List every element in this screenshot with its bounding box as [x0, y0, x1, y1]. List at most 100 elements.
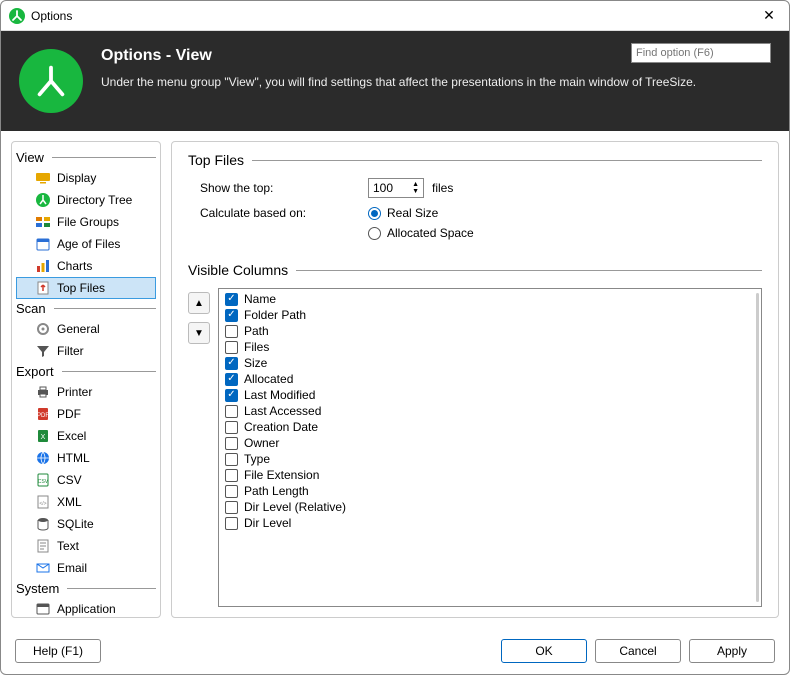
column-label: Last Modified: [244, 388, 315, 402]
checkbox-icon[interactable]: [225, 357, 238, 370]
sidebar-item-top-files[interactable]: Top Files: [16, 277, 156, 299]
section-title-text: Visible Columns: [188, 262, 288, 278]
column-last-modified[interactable]: Last Modified: [221, 387, 759, 403]
sidebar-item-general[interactable]: General: [16, 318, 156, 340]
checkbox-icon[interactable]: [225, 437, 238, 450]
column-dir-level-relative-[interactable]: Dir Level (Relative): [221, 499, 759, 515]
svg-text:</>: </>: [39, 501, 46, 507]
sidebar-item-filter[interactable]: Filter: [16, 340, 156, 362]
sidebar-item-html[interactable]: HTML: [16, 447, 156, 469]
sidebar-group-scan: Scan: [16, 299, 156, 318]
radio-allocated-space[interactable]: Allocated Space: [368, 226, 474, 240]
show-top-spinner[interactable]: ▲▼: [368, 178, 424, 198]
xml-icon: </>: [35, 494, 51, 510]
help-button[interactable]: Help (F1): [15, 639, 101, 663]
sidebar-item-age-of-files[interactable]: Age of Files: [16, 233, 156, 255]
sidebar-item-file-groups[interactable]: File Groups: [16, 211, 156, 233]
column-type[interactable]: Type: [221, 451, 759, 467]
sidebar-item-label: CSV: [57, 473, 82, 487]
footer: Help (F1) OK Cancel Apply: [1, 628, 789, 674]
sidebar-item-label: XML: [57, 495, 82, 509]
sqlite-icon: [35, 516, 51, 532]
column-path[interactable]: Path: [221, 323, 759, 339]
radio-real-size[interactable]: Real Size: [368, 206, 474, 220]
window-title: Options: [31, 9, 757, 23]
sidebar-item-application[interactable]: Application: [16, 598, 156, 618]
column-label: Name: [244, 292, 276, 306]
section-visible-columns: Visible Columns: [188, 262, 762, 278]
checkbox-icon[interactable]: [225, 517, 238, 530]
sidebar-item-directory-tree[interactable]: Directory Tree: [16, 189, 156, 211]
cancel-button[interactable]: Cancel: [595, 639, 681, 663]
checkbox-icon[interactable]: [225, 293, 238, 306]
sidebar-group-system: System: [16, 579, 156, 598]
sidebar-item-label: Excel: [57, 429, 86, 443]
column-file-extension[interactable]: File Extension: [221, 467, 759, 483]
column-creation-date[interactable]: Creation Date: [221, 419, 759, 435]
sidebar-item-label: Directory Tree: [57, 193, 132, 207]
app-icon: [9, 8, 25, 24]
sidebar-item-pdf[interactable]: PDF PDF: [16, 403, 156, 425]
sidebar-item-excel[interactable]: X Excel: [16, 425, 156, 447]
sidebar-item-sqlite[interactable]: SQLite: [16, 513, 156, 535]
pdf-icon: PDF: [35, 406, 51, 422]
move-down-button[interactable]: ▼: [188, 322, 210, 344]
sidebar-item-label: SQLite: [57, 517, 94, 531]
sidebar-item-csv[interactable]: CSVCSV: [16, 469, 156, 491]
column-size[interactable]: Size: [221, 355, 759, 371]
search-box[interactable]: [631, 43, 771, 63]
checkbox-icon[interactable]: [225, 405, 238, 418]
spinner-arrows[interactable]: ▲▼: [412, 181, 419, 195]
section-title-text: Top Files: [188, 152, 244, 168]
checkbox-icon[interactable]: [225, 389, 238, 402]
column-folder-path[interactable]: Folder Path: [221, 307, 759, 323]
column-files[interactable]: Files: [221, 339, 759, 355]
checkbox-icon[interactable]: [225, 485, 238, 498]
checkbox-icon[interactable]: [225, 453, 238, 466]
show-top-input[interactable]: [373, 181, 403, 195]
column-label: Files: [244, 340, 269, 354]
sidebar-item-xml[interactable]: </> XML: [16, 491, 156, 513]
column-label: Path: [244, 324, 269, 338]
column-label: File Extension: [244, 468, 319, 482]
app-icon: [35, 601, 51, 617]
checkbox-icon[interactable]: [225, 309, 238, 322]
sidebar-item-text[interactable]: Text: [16, 535, 156, 557]
sidebar-item-label: Text: [57, 539, 79, 553]
excel-icon: X: [35, 428, 51, 444]
column-label: Owner: [244, 436, 279, 450]
search-input[interactable]: [636, 47, 778, 59]
checkbox-icon[interactable]: [225, 469, 238, 482]
checkbox-icon[interactable]: [225, 501, 238, 514]
apply-button[interactable]: Apply: [689, 639, 775, 663]
sidebar-item-charts[interactable]: Charts: [16, 255, 156, 277]
column-last-accessed[interactable]: Last Accessed: [221, 403, 759, 419]
sidebar-item-email[interactable]: Email: [16, 557, 156, 579]
sidebar-item-printer[interactable]: Printer: [16, 381, 156, 403]
column-allocated[interactable]: Allocated: [221, 371, 759, 387]
column-dir-level[interactable]: Dir Level: [221, 515, 759, 531]
column-name[interactable]: Name: [221, 291, 759, 307]
columns-checklist[interactable]: NameFolder PathPathFilesSizeAllocatedLas…: [218, 288, 762, 607]
sidebar-group-export: Export: [16, 362, 156, 381]
column-path-length[interactable]: Path Length: [221, 483, 759, 499]
radio-label: Real Size: [387, 206, 438, 220]
scrollbar[interactable]: [756, 293, 759, 602]
sidebar-group-view: View: [16, 148, 156, 167]
ok-button[interactable]: OK: [501, 639, 587, 663]
sidebar-item-display[interactable]: Display: [16, 167, 156, 189]
column-owner[interactable]: Owner: [221, 435, 759, 451]
checkbox-icon[interactable]: [225, 421, 238, 434]
svg-text:X: X: [41, 434, 46, 441]
close-button[interactable]: ✕: [757, 7, 781, 24]
checkbox-icon[interactable]: [225, 325, 238, 338]
radio-icon[interactable]: [368, 227, 381, 240]
radio-icon[interactable]: [368, 207, 381, 220]
move-up-button[interactable]: ▲: [188, 292, 210, 314]
html-icon: [35, 450, 51, 466]
sidebar-item-label: HTML: [57, 451, 90, 465]
sidebar-item-label: PDF: [57, 407, 81, 421]
checkbox-icon[interactable]: [225, 341, 238, 354]
section-top-files: Top Files: [188, 152, 762, 168]
checkbox-icon[interactable]: [225, 373, 238, 386]
